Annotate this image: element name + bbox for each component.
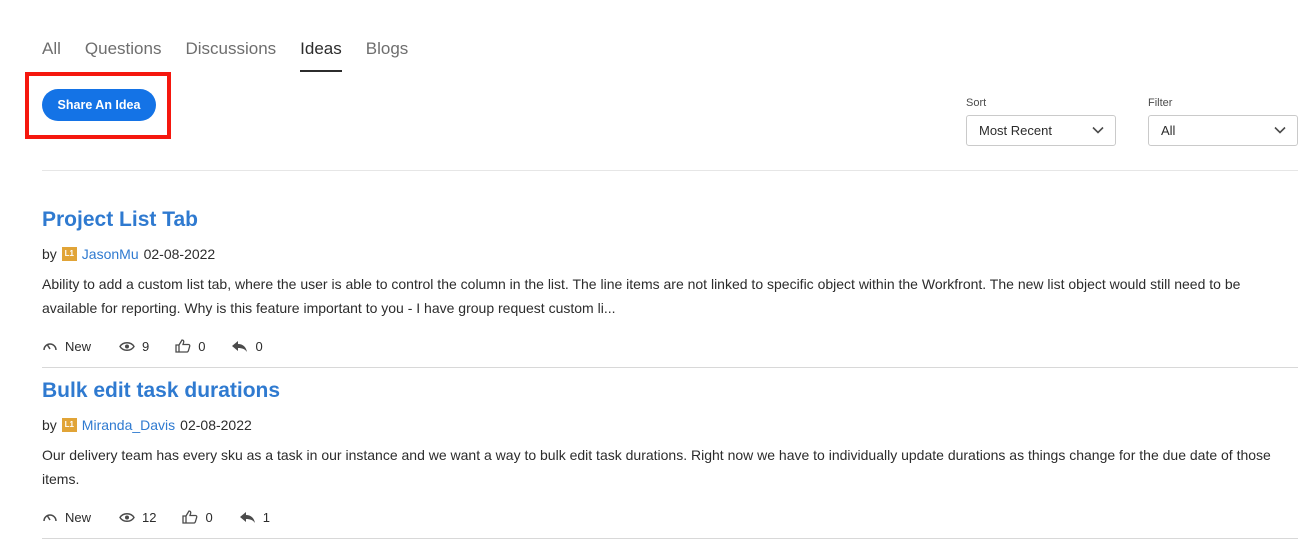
author-link[interactable]: Miranda_Davis (82, 417, 175, 433)
filter-select-value: All (1161, 123, 1176, 138)
tab-discussions[interactable]: Discussions (185, 36, 276, 72)
chevron-down-icon (1274, 126, 1286, 134)
post-excerpt: Our delivery team has every sku as a tas… (42, 447, 1271, 487)
share-an-idea-button[interactable]: Share An Idea (42, 89, 156, 121)
reply-icon (239, 511, 255, 523)
status-text: New (65, 509, 92, 525)
eye-icon (119, 341, 135, 351)
reply-icon (232, 340, 248, 352)
gauge-icon (43, 514, 57, 522)
sort-label: Sort (966, 97, 987, 109)
status-stat: New (42, 339, 91, 354)
post-date: 02-08-2022 (180, 417, 252, 433)
replies-stat: 0 (231, 338, 263, 354)
tab-blogs[interactable]: Blogs (366, 36, 409, 72)
rank-badge: L1 (61, 418, 77, 432)
tab-all[interactable]: All (42, 36, 61, 72)
likes-count: 0 (198, 338, 206, 354)
status-text: New (65, 338, 92, 354)
author-link[interactable]: JasonMu (82, 246, 139, 262)
tab-ideas[interactable]: Ideas (300, 36, 342, 72)
post-stats: New 9 0 0 (42, 337, 281, 355)
replies-count: 1 (262, 509, 270, 525)
post-meta: by L1 Miranda_Davis 02-08-2022 (42, 417, 252, 433)
likes-stat[interactable]: 0 (182, 509, 213, 525)
replies-stat: 1 (239, 510, 270, 525)
likes-stat[interactable]: 0 (175, 339, 205, 354)
eye-icon (119, 512, 135, 522)
post-divider (42, 367, 1298, 368)
post-meta: by L1 JasonMu 02-08-2022 (42, 246, 215, 262)
header-divider (42, 170, 1298, 171)
post-divider (42, 538, 1298, 539)
views-stat: 12 (119, 510, 156, 525)
likes-count: 0 (205, 509, 213, 525)
tab-questions[interactable]: Questions (85, 36, 162, 72)
sort-select[interactable]: Most Recent (966, 115, 1116, 146)
post-stats: New 12 0 1 (42, 508, 288, 526)
post-title-link[interactable]: Project List Tab (42, 208, 198, 232)
views-count: 9 (142, 338, 150, 354)
chevron-down-icon (1092, 126, 1104, 134)
thumbs-up-icon (182, 510, 198, 524)
status-stat: New (42, 510, 91, 525)
by-label: by (42, 246, 57, 262)
gauge-icon (43, 343, 57, 351)
replies-count: 0 (255, 338, 263, 354)
sort-select-value: Most Recent (979, 123, 1052, 138)
post-title-link[interactable]: Bulk edit task durations (42, 379, 280, 403)
post-date: 02-08-2022 (143, 246, 216, 262)
filter-select[interactable]: All (1148, 115, 1298, 146)
views-count: 12 (142, 509, 157, 525)
views-stat: 9 (119, 339, 149, 354)
thumbs-up-icon (175, 339, 191, 353)
rank-badge: L1 (61, 247, 77, 261)
content-type-tabs: All Questions Discussions Ideas Blogs (42, 36, 408, 72)
filter-label: Filter (1148, 97, 1173, 109)
by-label: by (42, 417, 57, 433)
post-excerpt: Ability to add a custom list tab, where … (42, 276, 1241, 316)
